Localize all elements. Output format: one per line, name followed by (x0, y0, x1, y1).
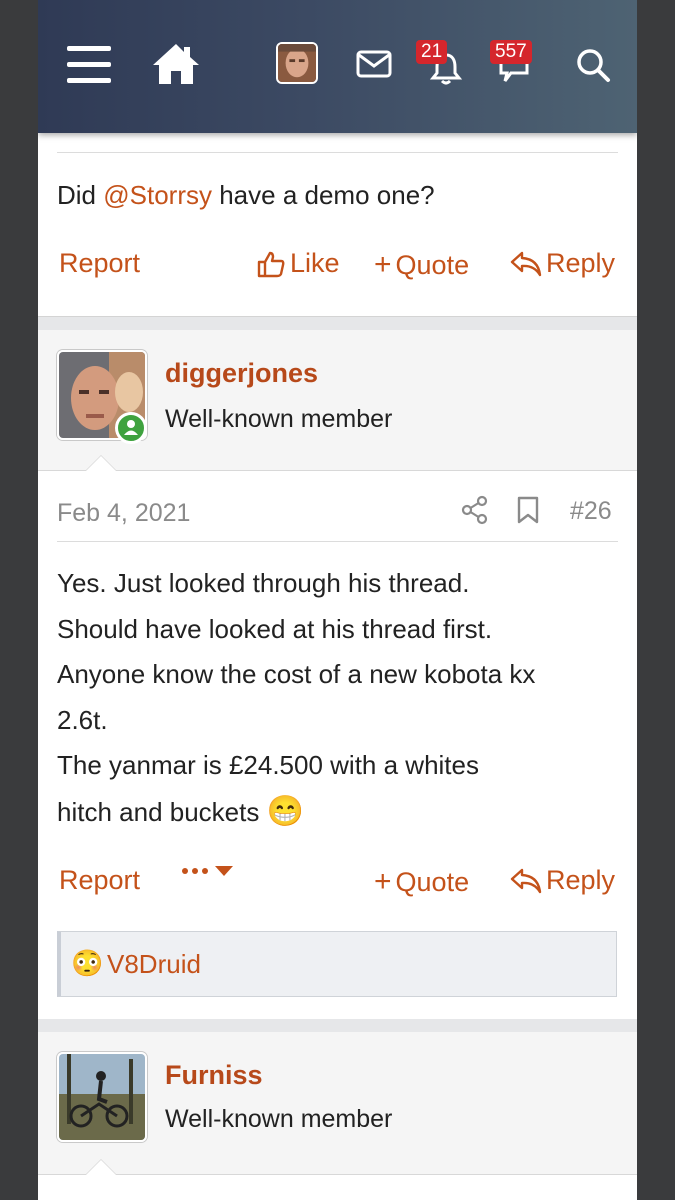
online-status-icon (115, 412, 147, 444)
post-message: Yes. Just looked through his thread. Sho… (57, 561, 622, 835)
more-options-menu[interactable] (180, 865, 234, 877)
username-link[interactable]: diggerjones (165, 358, 318, 389)
menu-icon[interactable] (64, 42, 114, 88)
reaction-user-link[interactable]: V8Druid (107, 949, 201, 980)
user-info-bar: Furniss Well-known member (38, 1032, 637, 1175)
message-text: have a demo one? (212, 180, 435, 210)
post-next (38, 1175, 637, 1200)
notifications-badge: 21 (416, 40, 448, 64)
caret-down-icon (215, 866, 233, 876)
inbox-icon[interactable] (354, 48, 394, 80)
quote-button[interactable]: + Quote (374, 248, 469, 282)
post-divider (57, 541, 618, 542)
post-number-link[interactable]: #26 (570, 497, 612, 526)
message-line: Should have looked at his thread first. (57, 613, 493, 644)
message-line: The yanmar is £24.500 with a whites (57, 750, 479, 780)
report-label: Report (59, 865, 141, 895)
reply-label: Reply (546, 865, 616, 895)
reply-button[interactable]: Reply (510, 865, 615, 896)
message-arrow (85, 1159, 117, 1175)
message-text: hitch and buckets (57, 796, 260, 827)
quote-button[interactable]: + Quote (374, 865, 469, 899)
ellipsis-icon (182, 868, 208, 874)
reply-button[interactable]: Reply (510, 248, 615, 279)
report-link[interactable]: Report (59, 865, 140, 896)
message-arrow (85, 455, 117, 471)
page: 21 557 Did @Storrsy have a demo one? Rep… (38, 0, 637, 1200)
plus-icon: + (374, 865, 392, 898)
plus-icon: + (374, 248, 392, 281)
user-title: Well-known member (165, 405, 393, 433)
post-divider (57, 152, 618, 153)
reply-icon (510, 251, 542, 276)
user-mention-link[interactable]: @Storrsy (103, 180, 212, 210)
thumbs-up-icon (257, 251, 285, 277)
shocked-reaction-icon: 😳 (71, 948, 104, 978)
reply-label: Reply (546, 248, 616, 278)
top-navigation-bar: 21 557 (38, 0, 637, 133)
bookmark-icon[interactable] (516, 495, 542, 525)
home-icon[interactable] (150, 40, 202, 88)
share-icon[interactable] (460, 495, 490, 525)
like-label: Like (290, 248, 340, 278)
messages-badge: 557 (490, 40, 532, 64)
message-line: Anyone know the cost of a new kobota kx (57, 659, 536, 689)
user-info-bar: diggerjones Well-known member (38, 330, 637, 471)
username-link[interactable]: Furniss (165, 1060, 263, 1091)
message-text: Did (57, 180, 104, 210)
report-link[interactable]: Report (59, 248, 140, 279)
message-line: 2.6t. (57, 704, 108, 735)
avatar[interactable] (57, 1052, 147, 1142)
quote-label: Quote (395, 866, 470, 897)
search-icon[interactable] (574, 46, 612, 84)
reactions-bar[interactable]: 😳 V8Druid (57, 931, 617, 997)
like-button[interactable]: Like (256, 248, 340, 279)
user-avatar-icon[interactable] (276, 42, 318, 84)
post-message: Did @Storrsy have a demo one? (57, 173, 435, 218)
quote-label: Quote (395, 249, 470, 280)
message-line: Yes. Just looked through his thread. (57, 568, 470, 598)
reply-icon (510, 868, 542, 893)
report-label: Report (59, 248, 141, 278)
message-line: hitch and buckets 😁 (57, 789, 622, 836)
post-26: Feb 4, 2021 #26 Yes. Just looked through… (38, 471, 637, 1019)
user-title: Well-known member (165, 1105, 393, 1133)
grin-emoji: 😁 (266, 794, 304, 828)
post-date[interactable]: Feb 4, 2021 (57, 499, 190, 528)
